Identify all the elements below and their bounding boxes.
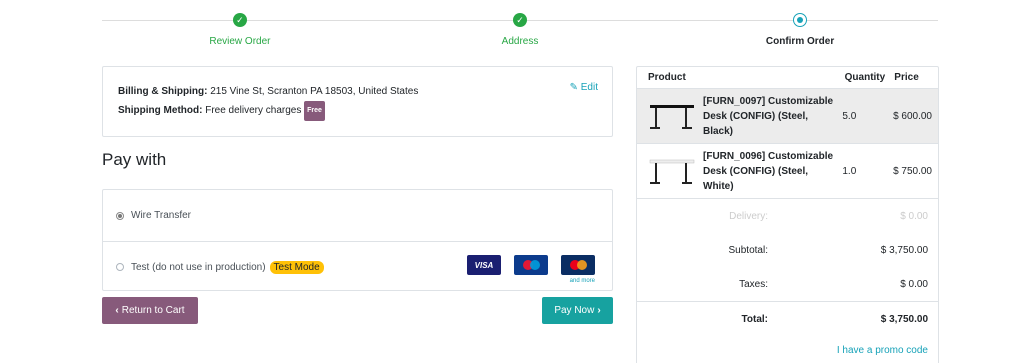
taxes-value: $ 0.00 (900, 278, 928, 290)
billing-row: Billing & Shipping: 215 Vine St, Scranto… (118, 83, 597, 101)
delivery-value: $ 0.00 (900, 210, 928, 222)
chevron-right-icon: › (597, 305, 601, 316)
taxes-label: Taxes: (739, 278, 768, 290)
shipping-method-value: Free delivery charges (205, 105, 302, 116)
billing-label: Billing & Shipping: (118, 86, 208, 97)
summary-item: [FURN_0096] Customizable Desk (CONFIG) (… (637, 144, 938, 199)
delivery-label: Delivery: (729, 210, 768, 222)
header-price: Price (894, 72, 919, 83)
step-address[interactable]: ✓ Address (440, 12, 600, 47)
pay-now-button[interactable]: Pay Now › (542, 297, 613, 324)
mastercard-logo-icon (561, 255, 595, 275)
desk-thumbnail-black (647, 96, 697, 136)
header-quantity: Quantity (844, 72, 886, 83)
product-price: $ 750.00 (893, 165, 932, 177)
total-label: Total: (741, 314, 768, 325)
summary-item: [FURN_0097] Customizable Desk (CONFIG) (… (637, 89, 938, 144)
step-label: Review Order (209, 36, 271, 47)
check-icon: ✓ (232, 13, 247, 27)
return-label: Return to Cart (121, 305, 185, 316)
header-product: Product (648, 72, 686, 83)
subtotal-label: Subtotal: (728, 244, 768, 256)
payment-option-label: Test (do not use in production) (131, 261, 266, 273)
product-price: $ 600.00 (893, 110, 932, 122)
maestro-logo-icon (514, 255, 548, 275)
radio-button[interactable] (116, 211, 124, 220)
billing-shipping-box: Billing & Shipping: 215 Vine St, Scranto… (102, 66, 613, 137)
promo-code-link[interactable]: I have a promo code (837, 345, 928, 356)
total-value: $ 3,750.00 (880, 314, 928, 325)
edit-link[interactable]: ✎ Edit (570, 82, 598, 93)
pay-label: Pay Now (554, 305, 595, 316)
payment-option-wire-transfer[interactable]: Wire Transfer (103, 190, 612, 241)
subtotal-row: Subtotal: $ 3,750.00 (637, 233, 938, 267)
subtotal-value: $ 3,750.00 (880, 244, 928, 256)
payment-option-label: Wire Transfer (131, 210, 192, 221)
and-more-link[interactable]: and more (570, 278, 595, 284)
delivery-row: Delivery: $ 0.00 (637, 199, 938, 233)
billing-address: 215 Vine St, Scranton PA 18503, United S… (210, 86, 419, 97)
step-confirm-order: Confirm Order (720, 12, 880, 47)
step-label: Address (501, 36, 539, 47)
payment-option-test[interactable]: Test (do not use in production) Test Mod… (103, 241, 612, 292)
shipping-method-row: Shipping Method: Free delivery charges F… (118, 101, 597, 121)
test-mode-badge: Test Mode (269, 260, 324, 274)
edit-icon: ✎ (569, 82, 578, 93)
total-row: Total: $ 3,750.00 (637, 301, 938, 337)
order-summary: Product Quantity Price [FURN_0097] Custo… (636, 66, 939, 363)
check-icon: ✓ (513, 13, 527, 27)
chevron-left-icon: ‹ (115, 305, 119, 316)
payment-options: Wire Transfer Test (do not use in produc… (102, 189, 613, 291)
product-name: [FURN_0097] Customizable Desk (CONFIG) (… (703, 95, 834, 137)
step-label: Confirm Order (765, 36, 835, 47)
edit-label: Edit (580, 82, 598, 93)
shipping-method-label: Shipping Method: (118, 105, 203, 116)
pay-with-title: Pay with (102, 150, 167, 169)
product-qty: 1.0 (842, 165, 857, 177)
free-badge: Free (304, 101, 325, 121)
radio-button[interactable] (116, 263, 124, 271)
step-review-order[interactable]: ✓ Review Order (160, 12, 320, 47)
card-logos: VISA and more (467, 255, 595, 284)
return-to-cart-button[interactable]: ‹ Return to Cart (102, 297, 198, 324)
product-qty: 5.0 (842, 110, 857, 122)
summary-header: Product Quantity Price (637, 67, 938, 89)
desk-thumbnail-white (647, 151, 697, 191)
checkout-progress: ✓ Review Order ✓ Address Confirm Order (102, 12, 938, 52)
visa-logo-icon: VISA (467, 255, 501, 275)
taxes-row: Taxes: $ 0.00 (637, 267, 938, 301)
product-name: [FURN_0096] Customizable Desk (CONFIG) (… (703, 150, 834, 192)
current-step-icon (793, 13, 808, 27)
